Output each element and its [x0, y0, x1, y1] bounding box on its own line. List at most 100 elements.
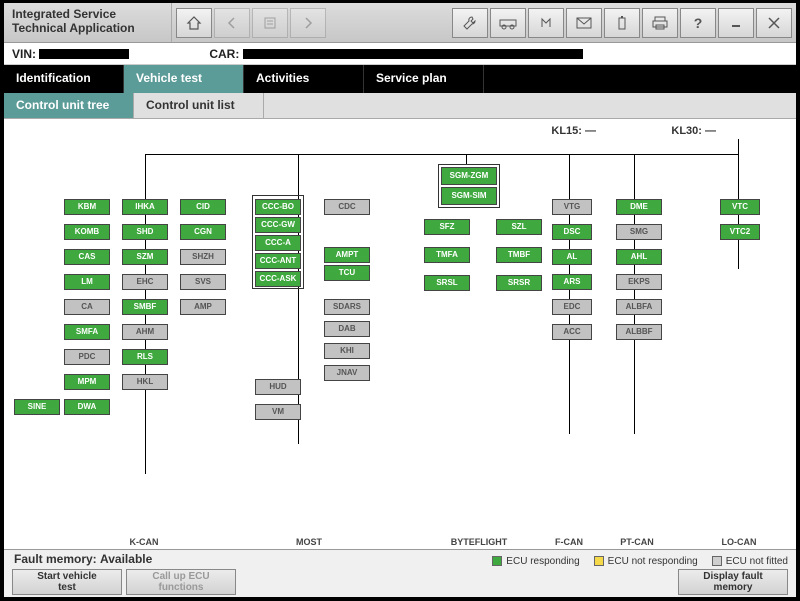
tab-identification[interactable]: Identification [4, 65, 124, 93]
bus-label-most: MOST [279, 537, 339, 547]
ecu-ampt[interactable]: AMPT [324, 247, 370, 263]
home-icon[interactable] [176, 8, 212, 38]
battery-icon[interactable] [604, 8, 640, 38]
ecu-lm[interactable]: LM [64, 274, 110, 290]
tab-activities[interactable]: Activities [244, 65, 364, 93]
ecu-albfa[interactable]: ALBFA [616, 299, 662, 315]
fault-memory-label: Fault memory: Available [14, 552, 152, 566]
bus-label-byteflight: BYTEFLIGHT [439, 537, 519, 547]
sgm-frame: SGM-ZGM SGM-SIM [438, 164, 500, 208]
ecu-cgn[interactable]: CGN [180, 224, 226, 240]
ecu-szl[interactable]: SZL [496, 219, 542, 235]
ecu-mpm[interactable]: MPM [64, 374, 110, 390]
ecu-sgm-sim[interactable]: SGM-SIM [441, 187, 497, 205]
ecu-vtc2[interactable]: VTC2 [720, 224, 760, 240]
legend-not-fitted: ECU not fitted [712, 556, 788, 567]
ecu-ekps[interactable]: EKPS [616, 274, 662, 290]
close-icon[interactable] [756, 8, 792, 38]
ecu-ccc-bo[interactable]: CCC-BO [255, 199, 301, 215]
ecu-ccc-ask[interactable]: CCC-ASK [255, 271, 301, 287]
ecu-amp[interactable]: AMP [180, 299, 226, 315]
ecu-ehc[interactable]: EHC [122, 274, 168, 290]
ecu-ccc-ant[interactable]: CCC-ANT [255, 253, 301, 269]
ecu-sgm-zgm[interactable]: SGM-ZGM [441, 167, 497, 185]
ecu-pdc[interactable]: PDC [64, 349, 110, 365]
print-icon[interactable] [642, 8, 678, 38]
ecu-tcu[interactable]: TCU [324, 265, 370, 281]
tab-service-plan[interactable]: Service plan [364, 65, 484, 93]
ecu-shzh[interactable]: SHZH [180, 249, 226, 265]
bus-label-ptcan: PT-CAN [612, 537, 662, 547]
ecu-al[interactable]: AL [552, 249, 592, 265]
ecu-smg[interactable]: SMG [616, 224, 662, 240]
control-unit-tree-canvas: KL15: — KL30: — SGM-ZGM SGM-SIM K-CAN MO… [4, 119, 796, 551]
ecu-rls[interactable]: RLS [122, 349, 168, 365]
app-title-line2: Technical Application [12, 21, 135, 35]
start-vehicle-test-button[interactable]: Start vehicle test [12, 569, 122, 595]
ecu-dwa[interactable]: DWA [64, 399, 110, 415]
ecu-cas[interactable]: CAS [64, 249, 110, 265]
ecu-dsc[interactable]: DSC [552, 224, 592, 240]
vehicle-info-row: VIN: CAR: [4, 43, 796, 65]
app-title: Integrated Service Technical Application [4, 3, 172, 42]
ecu-hkl[interactable]: HKL [122, 374, 168, 390]
wrench-icon[interactable] [452, 8, 488, 38]
ecu-sdars[interactable]: SDARS [324, 299, 370, 315]
ecu-albbf[interactable]: ALBBF [616, 324, 662, 340]
ecu-ccc-a[interactable]: CCC-A [255, 235, 301, 251]
ecu-edc[interactable]: EDC [552, 299, 592, 315]
call-up-ecu-functions-button: Call up ECU functions [126, 569, 236, 595]
ecu-ahl[interactable]: AHL [616, 249, 662, 265]
ecu-ccc-gw[interactable]: CCC-GW [255, 217, 301, 233]
ecu-tmbf[interactable]: TMBF [496, 247, 542, 263]
ecu-hud[interactable]: HUD [255, 379, 301, 395]
ecu-komb[interactable]: KOMB [64, 224, 110, 240]
diagnosis-icon[interactable] [528, 8, 564, 38]
ecu-ihka[interactable]: IHKA [122, 199, 168, 215]
kl15-indicator: KL15: — [551, 125, 596, 137]
ecu-ahm[interactable]: AHM [122, 324, 168, 340]
ecu-srsl[interactable]: SRSL [424, 275, 470, 291]
ecu-dme[interactable]: DME [616, 199, 662, 215]
ecu-sfz[interactable]: SFZ [424, 219, 470, 235]
ecu-sine[interactable]: SINE [14, 399, 60, 415]
bus-label-kcan: K-CAN [104, 537, 184, 547]
ecu-srsr[interactable]: SRSR [496, 275, 542, 291]
main-tab-bar: Identification Vehicle test Activities S… [4, 65, 796, 93]
ecu-jnav[interactable]: JNAV [324, 365, 370, 381]
bus-label-fcan: F-CAN [544, 537, 594, 547]
ecu-cid[interactable]: CID [180, 199, 226, 215]
mail-icon[interactable] [566, 8, 602, 38]
app-title-line1: Integrated Service [12, 7, 116, 21]
ecu-vm[interactable]: VM [255, 404, 301, 420]
nav-list-icon [252, 8, 288, 38]
ecu-ars[interactable]: ARS [552, 274, 592, 290]
ecu-dab[interactable]: DAB [324, 321, 370, 337]
subtab-control-unit-list[interactable]: Control unit list [134, 93, 264, 118]
top-toolbar: Integrated Service Technical Application [4, 3, 796, 43]
legend-not-responding: ECU not responding [594, 556, 698, 567]
tab-vehicle-test[interactable]: Vehicle test [124, 65, 244, 93]
ecu-khi[interactable]: KHI [324, 343, 370, 359]
ecu-cdc[interactable]: CDC [324, 199, 370, 215]
vin-label: VIN: [12, 47, 129, 61]
kl30-indicator: KL30: — [671, 125, 716, 137]
help-icon[interactable]: ? [680, 8, 716, 38]
ecu-svs[interactable]: SVS [180, 274, 226, 290]
bus-label-locan: LO-CAN [709, 537, 769, 547]
display-fault-memory-button[interactable]: Display fault memory [678, 569, 788, 595]
ecu-acc[interactable]: ACC [552, 324, 592, 340]
ecu-vtg[interactable]: VTG [552, 199, 592, 215]
ecu-ca[interactable]: CA [64, 299, 110, 315]
ecu-smbf[interactable]: SMBF [122, 299, 168, 315]
vehicle-icon[interactable] [490, 8, 526, 38]
ecu-szm[interactable]: SZM [122, 249, 168, 265]
minimize-icon[interactable] [718, 8, 754, 38]
subtab-control-unit-tree[interactable]: Control unit tree [4, 93, 134, 118]
ecu-tmfa[interactable]: TMFA [424, 247, 470, 263]
ecu-vtc[interactable]: VTC [720, 199, 760, 215]
ecu-shd[interactable]: SHD [122, 224, 168, 240]
ecu-smfa[interactable]: SMFA [64, 324, 110, 340]
nav-back-icon [214, 8, 250, 38]
ecu-kbm[interactable]: KBM [64, 199, 110, 215]
